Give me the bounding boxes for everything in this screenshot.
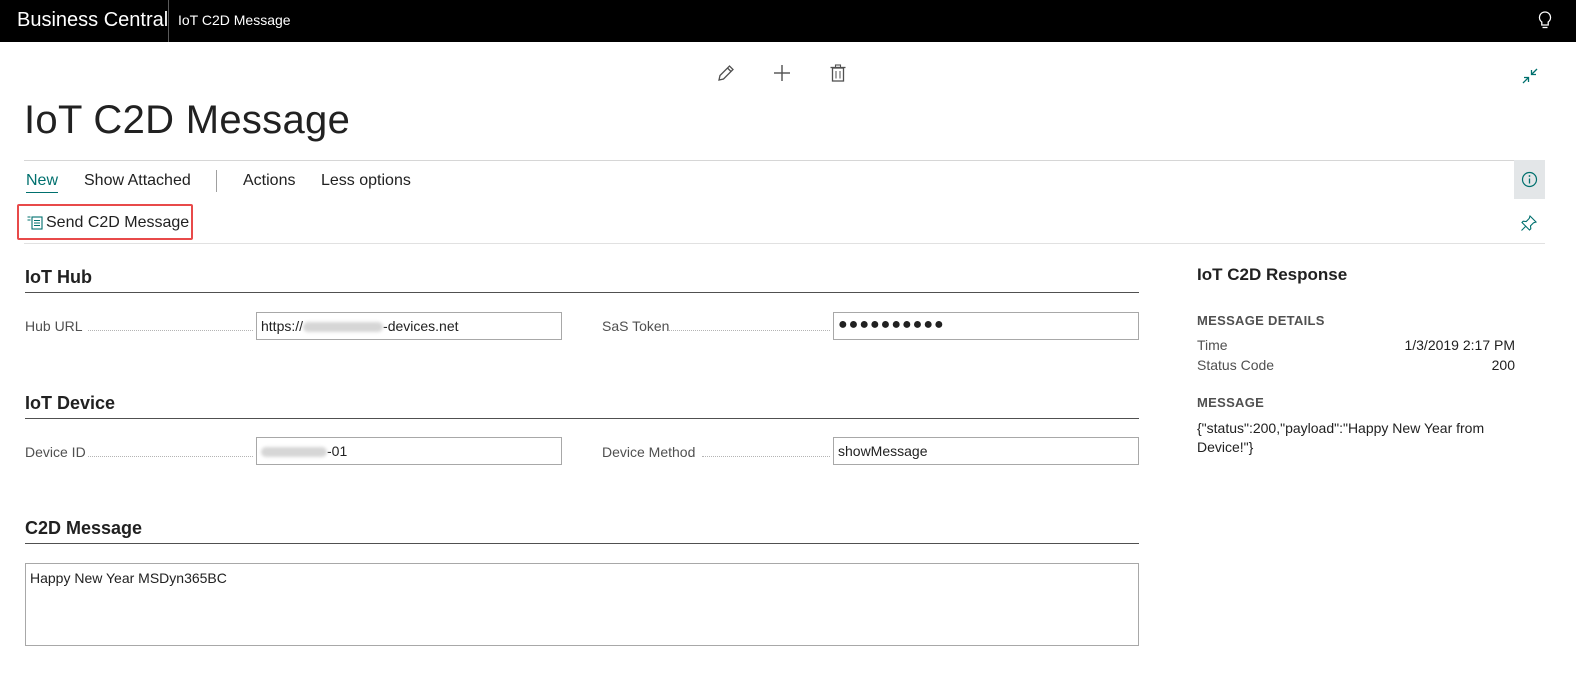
factbox-info-button[interactable] [1514,160,1545,199]
collapse-icon[interactable] [1520,66,1540,86]
pin-icon[interactable] [1520,214,1538,232]
group-divider-iot-hub [25,292,1139,293]
action-separator [216,170,217,192]
add-icon[interactable] [771,62,793,84]
hub-url-suffix: -devices.net [383,318,459,334]
device-method-label: Device Method [602,444,696,460]
action-tab-show-attached[interactable]: Show Attached [84,172,191,192]
group-divider-c2d-message [25,543,1139,544]
action-tab-actions[interactable]: Actions [243,172,295,192]
device-method-field[interactable]: showMessage [833,437,1139,465]
action-tab-new[interactable]: New [26,172,59,193]
hub-url-field[interactable]: https:// -devices.net [256,312,562,340]
factbox-title[interactable]: IoT C2D Response [1197,265,1347,285]
redacted-host [303,322,384,333]
send-c2d-message-button[interactable]: Send C2D Message [17,204,193,240]
redacted-device-prefix [261,447,327,458]
action-tab-less-options[interactable]: Less options [321,172,411,192]
device-method-leader [702,456,830,457]
hub-url-leader [88,330,253,331]
group-title-iot-device[interactable]: IoT Device [25,393,115,414]
hub-url-prefix: https:// [261,318,304,334]
group-title-iot-hub[interactable]: IoT Hub [25,267,92,288]
top-bar-divider [168,0,169,42]
delete-icon[interactable] [827,62,849,84]
device-id-leader [88,456,253,457]
actions-divider [24,243,1545,244]
status-code-label: Status Code [1197,357,1275,373]
response-message: {"status":200,"payload":"Happy New Year … [1197,420,1485,455]
message-heading: MESSAGE [1197,395,1265,410]
send-message-icon [27,216,43,230]
status-code-value: 200 [1491,357,1515,373]
title-divider [24,160,1545,161]
sas-token-label: SaS Token [602,318,670,334]
device-id-suffix: -01 [327,443,348,459]
send-c2d-message-label: Send C2D Message [46,214,190,231]
info-icon [1521,171,1538,188]
time-value: 1/3/2019 2:17 PM [1404,337,1515,353]
sas-token-field[interactable]: ●●●●●●●●●● [833,312,1139,340]
sas-token-leader [668,330,830,331]
time-label: Time [1197,337,1228,353]
app-title[interactable]: Business Central [17,9,168,32]
top-bar: Business Central IoT C2D Message [0,0,1576,42]
lightbulb-icon[interactable] [1537,10,1553,32]
device-id-label: Device ID [25,444,86,460]
group-divider-iot-device [25,418,1139,419]
hub-url-label: Hub URL [25,318,83,334]
group-title-c2d-message[interactable]: C2D Message [25,518,142,539]
c2d-message-textarea[interactable]: Happy New Year MSDyn365BC [25,563,1139,646]
device-id-field[interactable]: -01 [256,437,562,465]
message-details-heading: MESSAGE DETAILS [1197,313,1325,328]
page-title: IoT C2D Message [24,98,351,142]
page-breadcrumb: IoT C2D Message [178,12,291,28]
edit-icon[interactable] [715,62,737,84]
